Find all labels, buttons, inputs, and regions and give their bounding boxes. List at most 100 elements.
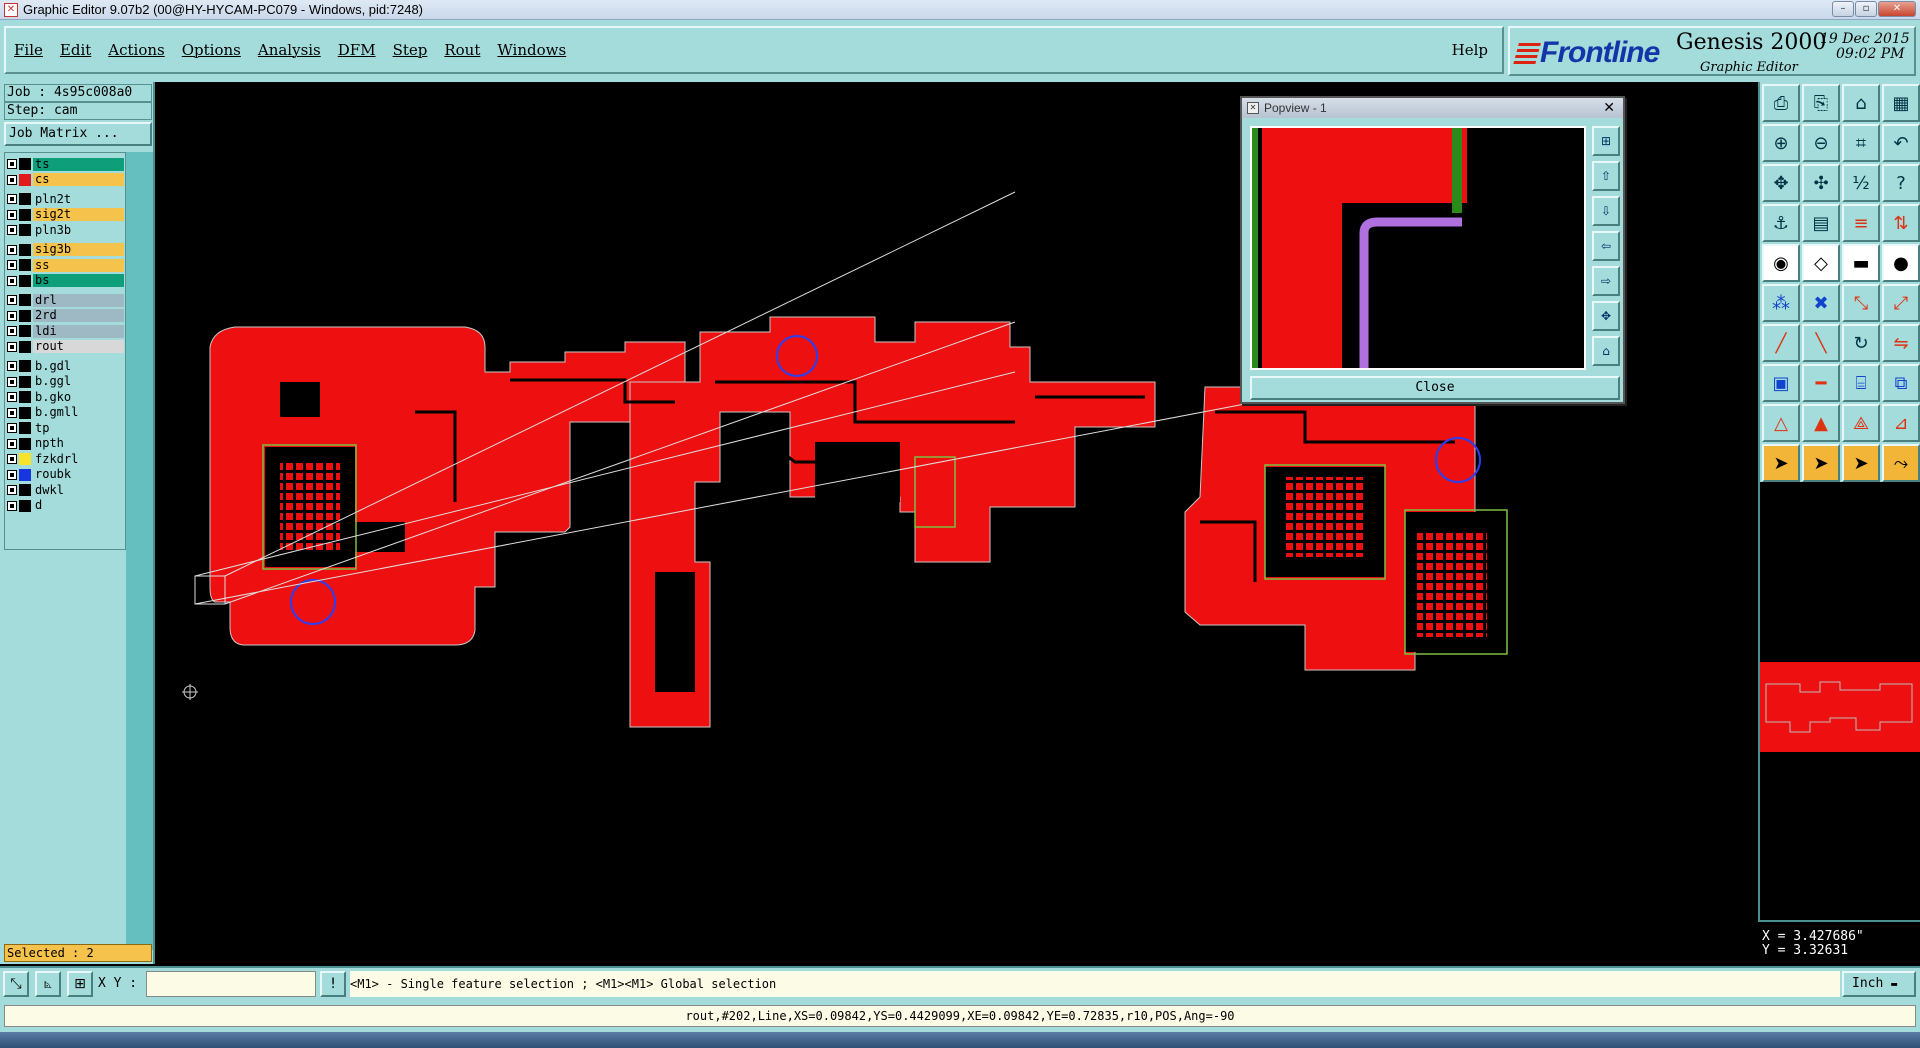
popview-center-icon[interactable]: ✥ bbox=[1592, 301, 1620, 331]
zoom-in-icon[interactable]: ⊕ bbox=[1762, 124, 1800, 162]
grid-icon[interactable]: ▤ bbox=[1802, 204, 1840, 242]
select-arrow-2-icon[interactable]: ➤ bbox=[1802, 444, 1840, 482]
layer-row[interactable]: tp bbox=[7, 421, 124, 435]
layer-row[interactable]: sig2t bbox=[7, 208, 124, 222]
add-circle-icon[interactable]: ● bbox=[1882, 244, 1920, 282]
rotate-icon[interactable]: ↻ bbox=[1842, 324, 1880, 362]
layer-name[interactable]: tp bbox=[33, 421, 124, 435]
measure-icon[interactable]: ⇅ bbox=[1882, 204, 1920, 242]
layer-checkbox[interactable] bbox=[7, 174, 17, 185]
overview-map[interactable] bbox=[1760, 662, 1920, 752]
measure-tool-icon[interactable]: ⦝ bbox=[35, 971, 61, 997]
layer-name[interactable]: pln3b bbox=[33, 223, 124, 237]
layer-checkbox[interactable] bbox=[7, 225, 17, 235]
popview-canvas[interactable] bbox=[1250, 126, 1586, 370]
layer-name[interactable]: drl bbox=[33, 293, 124, 307]
layer-name[interactable]: b.gmll bbox=[33, 406, 124, 419]
layer-row[interactable]: b.ggl bbox=[7, 375, 124, 389]
help-icon[interactable]: ? bbox=[1882, 164, 1920, 202]
layer-name[interactable]: d bbox=[33, 499, 124, 512]
layers-icon[interactable]: ≡ bbox=[1842, 204, 1880, 242]
layer-checkbox[interactable] bbox=[7, 209, 17, 220]
home-view-icon[interactable]: ⌂ bbox=[1842, 84, 1880, 122]
maximize-button[interactable]: ▫ bbox=[1855, 1, 1877, 17]
zoom-out-icon[interactable]: ⊖ bbox=[1802, 124, 1840, 162]
snap-icon[interactable]: ⚓ bbox=[1762, 204, 1800, 242]
layer-checkbox[interactable] bbox=[7, 295, 17, 305]
menu-analysis[interactable]: Analysis bbox=[258, 41, 321, 59]
layer-name[interactable]: roubk bbox=[33, 468, 124, 481]
layer-row[interactable]: ldi bbox=[7, 324, 124, 338]
copy-icon[interactable]: ⤢ bbox=[1882, 284, 1920, 322]
layer-checkbox[interactable] bbox=[7, 326, 17, 336]
layer-checkbox[interactable] bbox=[7, 194, 17, 204]
unit-selector[interactable]: Inch ▬ bbox=[1842, 971, 1916, 997]
layer-name[interactable]: b.ggl bbox=[33, 375, 124, 388]
layer-checkbox[interactable] bbox=[7, 275, 17, 286]
layer-checkbox[interactable] bbox=[7, 361, 17, 371]
layer-scroll-strip[interactable] bbox=[126, 152, 153, 950]
menu-options[interactable]: Options bbox=[182, 41, 241, 59]
menu-file[interactable]: File bbox=[14, 41, 43, 59]
select-arrow-3-icon[interactable]: ➤ bbox=[1842, 444, 1880, 482]
layer-row[interactable]: fzkdrl bbox=[7, 452, 124, 466]
layer-row[interactable]: cs bbox=[7, 173, 124, 187]
layer-row[interactable]: drl bbox=[7, 293, 124, 307]
layer-checkbox[interactable] bbox=[7, 159, 17, 169]
layer-row[interactable]: npth bbox=[7, 437, 124, 451]
layer-name[interactable]: pln2t bbox=[33, 192, 124, 206]
xy-input[interactable] bbox=[146, 971, 316, 997]
layer-checkbox[interactable] bbox=[7, 469, 17, 480]
layer-name[interactable]: sig3b bbox=[33, 243, 124, 256]
surface-icon[interactable]: ▣ bbox=[1762, 364, 1800, 402]
save-step-icon[interactable]: ⎘ bbox=[1802, 84, 1840, 122]
layer-name[interactable]: cs bbox=[33, 173, 124, 186]
layer-row[interactable]: b.gmll bbox=[7, 406, 124, 420]
layer-row[interactable]: roubk bbox=[7, 468, 124, 482]
move-icon[interactable]: ⤡ bbox=[1842, 284, 1880, 322]
ruler-icon[interactable]: ▬ bbox=[1842, 244, 1880, 282]
layer-name[interactable]: dwkl bbox=[33, 483, 124, 497]
layer-checkbox[interactable] bbox=[7, 485, 17, 495]
layer-checkbox[interactable] bbox=[7, 454, 17, 464]
layer-row[interactable]: sig3b bbox=[7, 243, 124, 257]
layer-row[interactable]: ss bbox=[7, 258, 124, 272]
layer-checkbox[interactable] bbox=[7, 500, 17, 511]
popview-close-button[interactable]: Close bbox=[1250, 376, 1620, 400]
arc-icon[interactable]: ╲ bbox=[1802, 324, 1840, 362]
add-shape-icon[interactable]: ◇ bbox=[1802, 244, 1840, 282]
popview-pan-left-icon[interactable]: ⇦ bbox=[1592, 231, 1620, 261]
layer-name[interactable]: 2rd bbox=[33, 309, 124, 322]
menu-dfm[interactable]: DFM bbox=[338, 41, 376, 59]
menu-windows[interactable]: Windows bbox=[497, 41, 566, 59]
menu-edit[interactable]: Edit bbox=[60, 41, 91, 59]
triangle-tool-1-icon[interactable]: △ bbox=[1762, 404, 1800, 442]
zoom-area-icon[interactable]: ⤡ bbox=[3, 971, 29, 997]
layer-name[interactable]: ldi bbox=[33, 324, 124, 338]
layer-name[interactable]: rout bbox=[33, 340, 124, 353]
layer-row[interactable]: 2rd bbox=[7, 309, 124, 323]
layer-row[interactable]: d bbox=[7, 499, 124, 513]
text-icon[interactable]: ⌸ bbox=[1842, 364, 1880, 402]
add-pad-icon[interactable]: ◉ bbox=[1762, 244, 1800, 282]
delete-icon[interactable]: ✖ bbox=[1802, 284, 1840, 322]
group-icon[interactable]: ⧉ bbox=[1882, 364, 1920, 402]
grid-toggle-icon[interactable]: ⊞ bbox=[67, 971, 93, 997]
popview-home-icon[interactable]: ⌂ bbox=[1592, 336, 1620, 366]
layer-name[interactable]: sig2t bbox=[33, 208, 124, 221]
close-window-button[interactable]: ✕ bbox=[1878, 1, 1916, 17]
menu-help[interactable]: Help bbox=[1452, 41, 1488, 59]
info-icon[interactable]: ! bbox=[320, 971, 346, 997]
layer-checkbox[interactable] bbox=[7, 376, 17, 387]
layer-row[interactable]: bs bbox=[7, 274, 124, 288]
select-arrow-icon[interactable]: ➤ bbox=[1762, 444, 1800, 482]
layer-checkbox[interactable] bbox=[7, 392, 17, 402]
job-matrix-button[interactable]: Job Matrix ... bbox=[4, 122, 152, 146]
popview-zoom-in-icon[interactable]: ⇧ bbox=[1592, 161, 1620, 191]
layer-row[interactable]: dwkl bbox=[7, 483, 124, 497]
panel-view-icon[interactable]: ▦ bbox=[1882, 84, 1920, 122]
layer-checkbox[interactable] bbox=[7, 260, 17, 270]
popview-zoom-out-icon[interactable]: ⇩ bbox=[1592, 196, 1620, 226]
layer-name[interactable]: b.gdl bbox=[33, 359, 124, 373]
menu-step[interactable]: Step bbox=[393, 41, 428, 59]
